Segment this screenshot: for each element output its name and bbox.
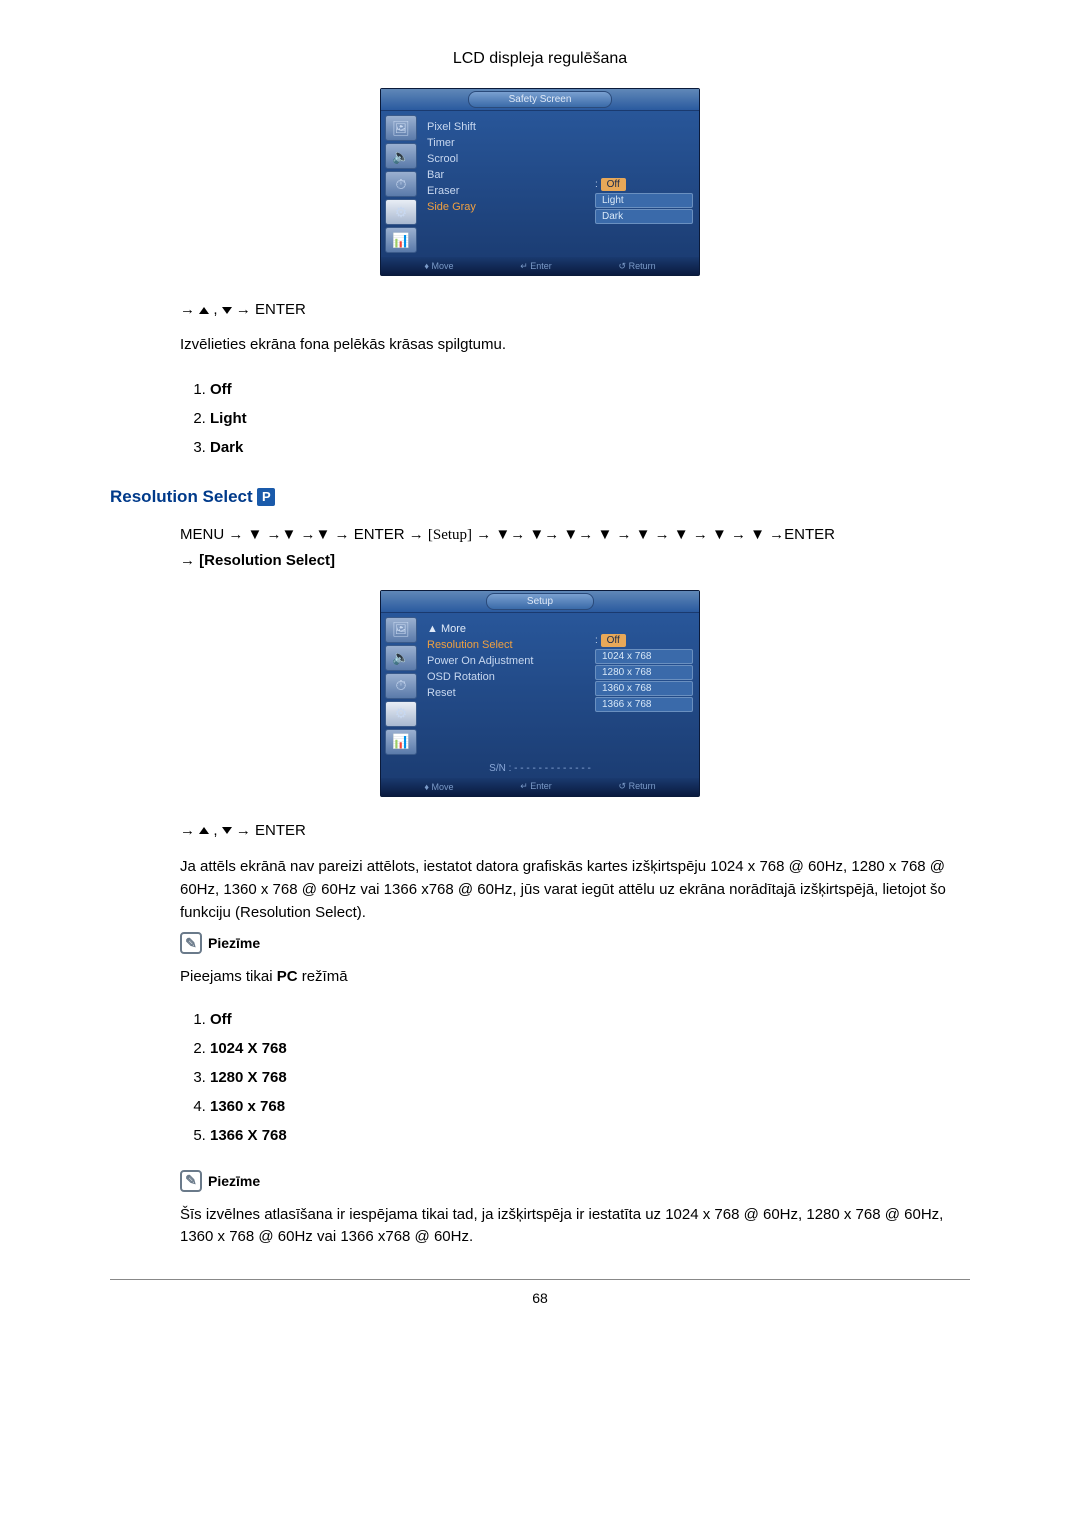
osd-hint-enter: ↵ Enter <box>520 781 552 792</box>
list-item: Dark <box>210 433 970 462</box>
osd-title: Setup <box>486 593 594 610</box>
page-header: LCD displeja regulēšana <box>110 50 970 68</box>
osd-value: 1366 x 768 <box>595 697 693 712</box>
osd-bottom-bar: ♦ Move ↵ Enter ↺ Return <box>381 778 699 796</box>
osd-safety-screen: Safety Screen 🖼 🔈 ⏱ ⚙ 📊 Pixel Shift Time… <box>380 88 700 276</box>
osd-values: : Off Light Dark <box>589 111 699 257</box>
osd-title: Safety Screen <box>468 91 613 108</box>
osd-menu-list: ▲ More Resolution Select Power On Adjust… <box>421 613 589 759</box>
divider <box>110 1279 970 1280</box>
down-arrow-icon <box>222 827 232 834</box>
timer-icon: ⏱ <box>385 673 417 699</box>
osd-sidebar: 🖼 🔈 ⏱ ⚙ 📊 <box>381 613 421 759</box>
osd-value-selected: Off <box>601 178 626 191</box>
note-text-2: Šīs izvēlnes atlasīšana ir iespējama tik… <box>180 1204 970 1249</box>
description-text: Izvēlieties ekrāna fona pelēkās krāsas s… <box>180 334 970 357</box>
osd-item: Bar <box>427 167 583 183</box>
nav-sequence-2: MENU → ▼ →▼ →▼ → ENTER → [Setup] → ▼→ ▼→… <box>180 522 970 574</box>
osd-more: ▲ More <box>427 621 583 637</box>
note-icon: ✎ <box>180 932 202 954</box>
osd-value: 1024 x 768 <box>595 649 693 664</box>
osd-hint-return: ↺ Return <box>619 261 656 272</box>
list-item: 1360 x 768 <box>210 1092 970 1121</box>
osd-serial-number: S/N : - - - - - - - - - - - - - <box>381 759 699 778</box>
osd-hint-move: ♦ Move <box>424 261 453 271</box>
osd-item: Pixel Shift <box>427 119 583 135</box>
up-arrow-icon <box>199 827 209 834</box>
up-arrow-icon <box>199 307 209 314</box>
note-text: Pieejams tikai PC režīmā <box>180 966 970 989</box>
osd-value: Dark <box>595 209 693 224</box>
section-heading: Resolution Select P <box>110 487 970 507</box>
osd-item: OSD Rotation <box>427 669 583 685</box>
note-heading: ✎ Piezīme <box>180 932 970 954</box>
osd-titlebar: Safety Screen <box>381 89 699 111</box>
multi-icon: 📊 <box>385 729 417 755</box>
options-list-1: Off Light Dark <box>180 375 970 462</box>
osd-titlebar: Setup <box>381 591 699 613</box>
nav-sequence-3: → , → ENTER <box>180 822 970 839</box>
picture-icon: 🖼 <box>385 617 417 643</box>
osd-menu-list: Pixel Shift Timer Scrool Bar Eraser Side… <box>421 111 589 257</box>
description-text-2: Ja attēls ekrānā nav pareizi attēlots, i… <box>180 855 970 925</box>
osd-value: 1360 x 768 <box>595 681 693 696</box>
setup-icon: ⚙ <box>385 199 417 225</box>
osd-item: Scrool <box>427 151 583 167</box>
list-item: Off <box>210 375 970 404</box>
note-heading-2: ✎ Piezīme <box>180 1170 970 1192</box>
osd-values: : Off 1024 x 768 1280 x 768 1360 x 768 1… <box>589 613 699 759</box>
setup-icon: ⚙ <box>385 701 417 727</box>
osd-value: Light <box>595 193 693 208</box>
osd-bottom-bar: ♦ Move ↵ Enter ↺ Return <box>381 257 699 275</box>
osd-item: Power On Adjustment <box>427 653 583 669</box>
list-item: 1024 X 768 <box>210 1034 970 1063</box>
osd-setup: Setup 🖼 🔈 ⏱ ⚙ 📊 ▲ More Resolution Select… <box>380 590 700 797</box>
multi-icon: 📊 <box>385 227 417 253</box>
list-item: Off <box>210 1005 970 1034</box>
osd-value: 1280 x 768 <box>595 665 693 680</box>
osd-item-selected: Resolution Select <box>427 637 583 653</box>
osd-hint-enter: ↵ Enter <box>520 261 552 272</box>
timer-icon: ⏱ <box>385 171 417 197</box>
note-label: Piezīme <box>208 935 260 951</box>
osd-item: Eraser <box>427 183 583 199</box>
osd-value-selected: Off <box>601 634 626 647</box>
note-label: Piezīme <box>208 1173 260 1189</box>
list-item: Light <box>210 404 970 433</box>
sound-icon: 🔈 <box>385 645 417 671</box>
pc-mode-icon: P <box>257 488 275 506</box>
osd-hint-return: ↺ Return <box>619 781 656 792</box>
picture-icon: 🖼 <box>385 115 417 141</box>
list-item: 1366 X 768 <box>210 1121 970 1150</box>
osd-item-selected: Side Gray <box>427 199 583 215</box>
page-number: 68 <box>110 1290 970 1306</box>
osd-item: Reset <box>427 685 583 701</box>
down-arrow-icon <box>222 307 232 314</box>
nav-sequence: → , → ENTER <box>180 301 970 318</box>
osd-sidebar: 🖼 🔈 ⏱ ⚙ 📊 <box>381 111 421 257</box>
note-icon: ✎ <box>180 1170 202 1192</box>
osd-item: Timer <box>427 135 583 151</box>
list-item: 1280 X 768 <box>210 1063 970 1092</box>
options-list-2: Off 1024 X 768 1280 X 768 1360 x 768 136… <box>180 1005 970 1150</box>
sound-icon: 🔈 <box>385 143 417 169</box>
osd-hint-move: ♦ Move <box>424 782 453 792</box>
